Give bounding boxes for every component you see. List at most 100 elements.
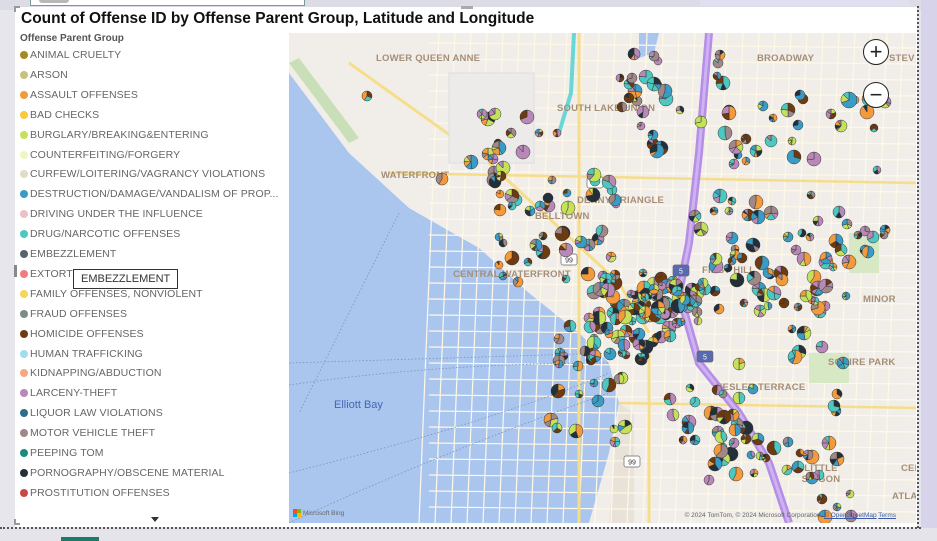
pie-marker[interactable]: [613, 373, 625, 385]
pie-marker[interactable]: [727, 196, 737, 206]
pie-marker[interactable]: [563, 319, 577, 333]
pie-marker[interactable]: [714, 49, 726, 61]
pie-marker[interactable]: [603, 347, 617, 361]
pie-marker[interactable]: [626, 72, 638, 84]
pie-marker[interactable]: [515, 144, 531, 160]
pie-marker[interactable]: [495, 189, 505, 199]
pie-marker[interactable]: [663, 329, 677, 343]
pie-marker[interactable]: [727, 256, 737, 266]
pie-marker[interactable]: [713, 303, 725, 315]
pie-marker[interactable]: [794, 89, 806, 101]
pie-marker[interactable]: [681, 421, 695, 435]
legend-item[interactable]: CURFEW/LOITERING/VAGRANCY VIOLATIONS: [20, 167, 265, 181]
legend-item[interactable]: DRIVING UNDER THE INFLUENCE: [20, 207, 203, 221]
pie-marker[interactable]: [488, 107, 502, 121]
pie-marker[interactable]: [554, 359, 564, 369]
pie-marker[interactable]: [819, 251, 833, 265]
pie-marker[interactable]: [796, 251, 812, 267]
pie-marker[interactable]: [604, 329, 614, 339]
pie-marker[interactable]: [751, 432, 765, 446]
legend-item[interactable]: BAD CHECKS: [20, 108, 99, 122]
pie-marker[interactable]: [609, 436, 621, 448]
pie-marker[interactable]: [647, 129, 659, 141]
pie-marker[interactable]: [724, 206, 734, 216]
pie-marker[interactable]: [761, 453, 771, 463]
pie-marker[interactable]: [476, 108, 488, 120]
pie-marker[interactable]: [685, 383, 695, 393]
legend-item[interactable]: FRAUD OFFENSES: [20, 307, 127, 321]
legend-item[interactable]: PEEPING TOM: [20, 446, 104, 460]
pie-marker[interactable]: [832, 205, 846, 219]
pie-marker[interactable]: [574, 389, 584, 399]
pie-marker[interactable]: [806, 190, 816, 200]
pie-marker[interactable]: [728, 158, 740, 170]
pie-marker[interactable]: [689, 396, 701, 408]
pie-marker[interactable]: [435, 172, 449, 186]
pie-marker[interactable]: [840, 91, 858, 109]
pie-marker[interactable]: [872, 165, 882, 175]
pie-marker[interactable]: [623, 92, 635, 104]
pie-marker[interactable]: [491, 140, 507, 156]
pie-marker[interactable]: [562, 188, 572, 198]
pie-marker[interactable]: [561, 274, 571, 284]
pie-marker[interactable]: [810, 296, 820, 306]
legend-item[interactable]: HUMAN TRAFFICKING: [20, 347, 143, 361]
pie-marker[interactable]: [560, 200, 576, 216]
pie-marker[interactable]: [827, 399, 841, 413]
pie-marker[interactable]: [732, 391, 746, 405]
pie-marker[interactable]: [615, 73, 625, 83]
legend-item[interactable]: DESTRUCTION/DAMAGE/VANDALISM OF PROP...: [20, 187, 279, 201]
pie-marker[interactable]: [806, 151, 822, 167]
resize-handle-top[interactable]: [461, 6, 473, 9]
pie-marker[interactable]: [688, 209, 702, 223]
legend-item[interactable]: LIQUOR LAW VIOLATIONS: [20, 406, 163, 420]
legend-item[interactable]: KIDNAPPING/ABDUCTION: [20, 366, 162, 380]
pie-marker[interactable]: [712, 188, 728, 204]
pie-marker[interactable]: [721, 105, 737, 121]
pie-marker[interactable]: [648, 283, 660, 295]
pie-marker[interactable]: [786, 149, 802, 165]
pie-marker[interactable]: [498, 271, 508, 281]
pie-marker[interactable]: [591, 394, 605, 408]
legend-item[interactable]: COUNTERFEITING/FORGERY: [20, 148, 180, 162]
pie-marker[interactable]: [553, 333, 565, 345]
pie-marker[interactable]: [805, 471, 815, 481]
pie-marker[interactable]: [493, 203, 507, 217]
pie-marker[interactable]: [632, 327, 646, 341]
pie-marker[interactable]: [739, 298, 749, 308]
legend-item[interactable]: DRUG/NARCOTIC OFFENSES: [20, 227, 180, 241]
pie-marker[interactable]: [586, 167, 602, 183]
pie-marker[interactable]: [494, 232, 504, 242]
pie-marker[interactable]: [512, 276, 524, 288]
pie-marker[interactable]: [504, 250, 520, 266]
pie-marker[interactable]: [792, 119, 804, 131]
pie-marker[interactable]: [572, 360, 584, 372]
pie-marker[interactable]: [866, 230, 880, 244]
pie-marker[interactable]: [638, 268, 648, 278]
pie-marker[interactable]: [829, 451, 845, 467]
pie-marker[interactable]: [802, 449, 814, 461]
pie-marker[interactable]: [780, 102, 796, 118]
pie-marker[interactable]: [636, 121, 646, 131]
pie-marker[interactable]: [853, 230, 863, 240]
pie-marker[interactable]: [775, 273, 789, 287]
pie-marker[interactable]: [547, 175, 557, 185]
pie-marker[interactable]: [505, 127, 517, 139]
pie-marker[interactable]: [768, 113, 778, 123]
pie-marker[interactable]: [845, 489, 855, 499]
pie-marker[interactable]: [648, 50, 660, 62]
pie-marker[interactable]: [550, 383, 566, 399]
pie-marker[interactable]: [841, 218, 853, 230]
pie-marker[interactable]: [787, 349, 803, 365]
legend-item[interactable]: ASSAULT OFFENSES: [20, 88, 138, 102]
pie-marker[interactable]: [841, 291, 851, 301]
legend-item[interactable]: ANIMAL CRUELTY: [20, 48, 121, 62]
pie-marker[interactable]: [748, 194, 764, 210]
pie-marker[interactable]: [361, 90, 373, 102]
pie-marker[interactable]: [834, 119, 848, 133]
resize-handle-left[interactable]: [14, 265, 17, 277]
pie-marker[interactable]: [749, 144, 763, 158]
pie-marker[interactable]: [728, 437, 740, 449]
pie-marker[interactable]: [805, 232, 815, 242]
pie-marker[interactable]: [666, 408, 680, 422]
